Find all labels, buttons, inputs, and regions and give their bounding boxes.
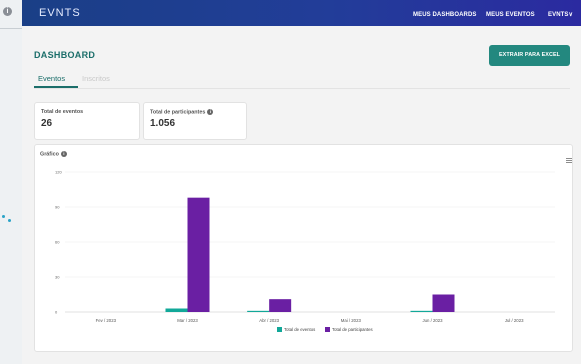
y-tick-label: 60 [55,240,60,245]
total-participants-header: Total de participantes i [150,109,214,116]
background-window: i [0,0,22,364]
chart-point [2,215,5,218]
info-icon: i [3,7,12,16]
legend-swatch [325,327,330,332]
bar-events [247,310,270,312]
export-excel-button[interactable]: EXTRAIR PARA EXCEL [489,45,570,66]
y-tick-label: 0 [55,310,58,315]
nav-my-events[interactable]: MEUS EVENTOS [486,0,535,26]
y-tick-label: 30 [55,275,60,280]
total-events-label: Total de eventos [41,109,84,115]
total-events-value: 26 [41,118,53,129]
nav-my-dashboards[interactable]: MEUS DASHBOARDS [413,0,477,26]
tab-events[interactable]: Eventos [38,74,65,83]
tabs-divider [34,88,570,89]
legend-label: Total de eventos [284,327,315,332]
x-tick-label: Jun / 2023 [422,318,443,323]
total-events-card: Total de eventos 26 [34,102,140,140]
total-participants-value: 1.056 [150,118,176,129]
page-title: DASHBOARD [34,50,96,60]
total-participants-card: Total de participantes i 1.056 [143,102,247,140]
legend-label: Total de participantes [332,327,373,332]
x-tick-label: Abr / 2023 [259,318,279,323]
x-tick-label: Mai / 2023 [341,318,362,323]
bar-events [410,310,433,312]
bar-events [165,308,188,312]
bar-participants [432,294,455,312]
bar-participants [269,299,292,312]
bar-chart: 0 30 60 90 120 Fev / 2023 Mar / 2023 Abr / 2023… [55,170,555,332]
total-participants-label: Total de participantes [150,109,206,116]
x-tick-label: Mar / 2023 [177,318,198,323]
top-navbar: EVNTS MEUS DASHBOARDS MEUS EVENTOS EVNTS… [22,0,581,26]
y-tick-label: 120 [55,170,62,175]
x-tick-label: Jul / 2023 [505,318,524,323]
info-icon[interactable]: i [207,109,214,115]
bar-participants [187,197,210,312]
divider [0,28,22,29]
y-tick-label: 90 [55,205,60,210]
nav-evnts-menu[interactable]: EVNTS∨ [548,0,573,26]
app-window: EVNTS MEUS DASHBOARDS MEUS EVENTOS EVNTS… [22,0,581,364]
chart-panel: Gráfico i 0 30 60 90 120 Fev / 2023 Mar / 2023 A… [34,144,573,352]
legend-swatch [277,327,282,332]
x-tick-label: Fev / 2023 [96,318,117,323]
tab-registered[interactable]: Inscritos [82,74,110,83]
chart-point [8,219,11,222]
app-logo[interactable]: EVNTS [39,7,81,19]
